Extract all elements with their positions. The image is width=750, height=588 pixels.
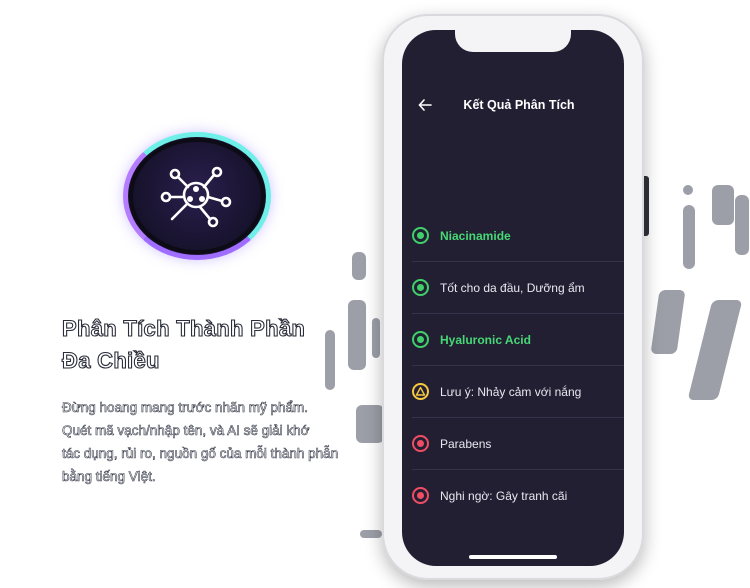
background-decoration <box>683 205 695 269</box>
background-decoration <box>687 300 743 400</box>
feature-icon-badge <box>123 132 271 260</box>
home-indicator[interactable] <box>469 555 557 559</box>
list-item-label: Tốt cho da đầu, Dưỡng ẩm <box>440 280 585 295</box>
list-item[interactable]: Tốt cho da đầu, Dưỡng ẩm <box>412 262 624 314</box>
molecule-search-icon <box>160 166 232 228</box>
phone-mockup: Kết Quả Phân Tích Niacinamide Tốt cho da… <box>382 14 649 580</box>
list-item[interactable]: Lưu ý: Nhảy cảm với nắng <box>412 366 624 418</box>
list-item[interactable]: Parabens <box>412 418 624 470</box>
feature-description: Đừng hoang mang trước nhãn mỹ phẩm. Quét… <box>62 396 392 488</box>
list-item[interactable]: Hyaluronic Acid <box>412 314 624 366</box>
feature-description-line: Quét mã vạch/nhập tên, và AI sẽ giải khớ <box>62 423 310 439</box>
list-item[interactable]: Nghi ngờ: Gây tranh cãi <box>412 470 624 521</box>
background-decoration <box>352 252 366 280</box>
list-item-label: Nghi ngờ: Gây tranh cãi <box>440 488 568 503</box>
background-decoration <box>650 290 686 354</box>
phone-notch <box>455 30 571 52</box>
background-decoration <box>360 530 382 538</box>
background-decoration <box>712 185 734 225</box>
status-bad-icon <box>412 435 429 452</box>
feature-title: Phân Tích Thành Phần Đa Chiều <box>61 313 362 377</box>
screen-header: Kết Quả Phân Tích <box>402 90 624 120</box>
list-item[interactable]: Niacinamide <box>412 210 624 262</box>
phone-side-button <box>644 176 649 236</box>
feature-title-line: Phân Tích Thành Phần <box>61 315 306 341</box>
status-good-icon <box>412 227 429 244</box>
status-good-icon <box>412 331 429 348</box>
feature-description-line: bằng tiếng Việt. <box>62 469 156 485</box>
background-decoration <box>735 195 749 255</box>
feature-description-line: Đừng hoang mang trước nhãn mỹ phẩm. <box>62 400 309 416</box>
screen-title: Kết Quả Phân Tích <box>463 98 575 112</box>
status-good-icon <box>412 279 429 296</box>
list-item-label: Parabens <box>440 436 492 451</box>
ingredient-list: Niacinamide Tốt cho da đầu, Dưỡng ẩm Hya… <box>412 210 624 521</box>
status-bad-icon <box>412 487 429 504</box>
list-item-label: Hyaluronic Acid <box>440 332 531 347</box>
phone-screen: Kết Quả Phân Tích Niacinamide Tốt cho da… <box>402 30 624 566</box>
list-item-label: Niacinamide <box>440 228 511 243</box>
list-item-label: Lưu ý: Nhảy cảm với nắng <box>440 384 582 399</box>
feature-title-line: Đa Chiều <box>61 347 160 373</box>
background-decoration <box>683 185 693 195</box>
warning-triangle-icon <box>412 383 429 400</box>
feature-description-line: tác dụng, rủi ro, nguồn gố của mỗi thành… <box>62 446 339 462</box>
background-decoration <box>372 318 380 358</box>
